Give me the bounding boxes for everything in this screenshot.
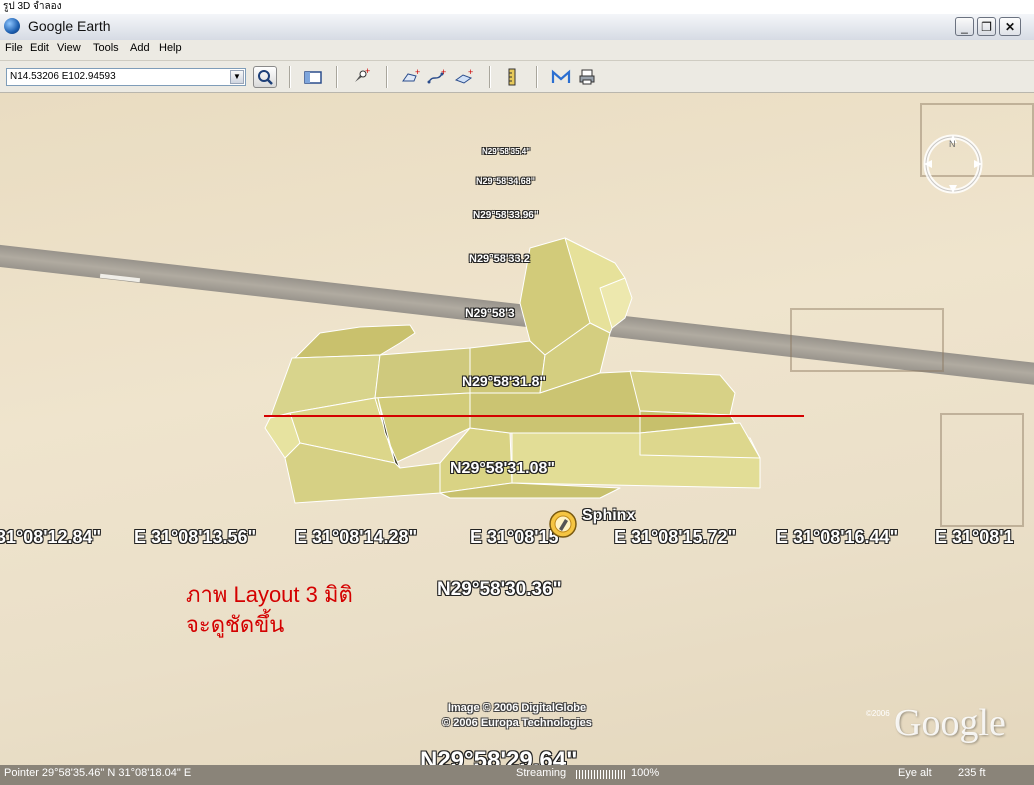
annotation-text-line2: จะดูชัดขึ้น: [186, 612, 285, 637]
sphinx-3d-model[interactable]: [0, 93, 1034, 765]
add-polygon-icon[interactable]: +: [400, 66, 422, 88]
svg-text:+: +: [441, 67, 446, 77]
google-earth-icon: [4, 18, 20, 34]
toolbar-separator: [536, 66, 537, 88]
placemark-label[interactable]: Sphinx: [582, 507, 635, 525]
streaming-percent: 100%: [631, 767, 660, 779]
svg-text:+: +: [468, 67, 473, 77]
add-placemark-icon[interactable]: +: [350, 66, 372, 88]
chevron-down-icon[interactable]: ▼: [230, 70, 244, 84]
sidebar-toggle-icon[interactable]: [302, 66, 324, 88]
toolbar-separator: [289, 66, 290, 88]
menu-file[interactable]: File: [5, 42, 23, 54]
lon-label: E 31°08'1: [935, 527, 1014, 547]
lat-label: N29°58'33.96": [473, 210, 539, 221]
document-caption: รูป 3D จำลอง: [0, 0, 1034, 14]
add-path-icon[interactable]: +: [426, 66, 448, 88]
eye-alt-label: Eye alt: [898, 767, 932, 779]
compass-north-label: N: [949, 139, 956, 149]
toolbar-separator: [336, 66, 337, 88]
lat-label: N29°58'31.8": [462, 373, 547, 389]
search-input[interactable]: N14.53206 E102.94593 ▼: [6, 68, 246, 86]
close-button[interactable]: ✕: [999, 17, 1021, 36]
eye-alt-value: 235 ft: [958, 767, 986, 779]
menu-help[interactable]: Help: [159, 42, 182, 54]
search-value: N14.53206 E102.94593: [10, 71, 116, 82]
streaming-label: Streaming: [516, 767, 567, 779]
lon-label: E 31°08'15.72": [614, 527, 737, 547]
placemark-pin-icon[interactable]: [547, 509, 581, 543]
search-button[interactable]: [253, 66, 277, 88]
ruler-icon[interactable]: [501, 66, 523, 88]
lat-label: N29°58'35.4": [482, 147, 531, 156]
lat-label: N29°58'34.68": [476, 176, 536, 186]
search-icon: [258, 70, 273, 85]
minimize-button[interactable]: _: [955, 17, 974, 36]
lat-label: N29°58'29.64": [420, 747, 578, 765]
menu-bar: File Edit View Tools Add Help: [0, 40, 1034, 61]
logo-year: ©2006: [866, 709, 890, 718]
lat-label: N29°58'33.2: [469, 253, 530, 265]
restore-button[interactable]: ❐: [977, 17, 996, 36]
toolbar-separator: [489, 66, 490, 88]
lon-label: E 31°08'16.44": [776, 527, 899, 547]
lat-label: N29°58'3: [465, 306, 515, 320]
menu-edit[interactable]: Edit: [30, 42, 49, 54]
google-logo: Google: [894, 702, 1006, 744]
pointer-coordinates: Pointer 29°58'35.46" N 31°08'18.04" E: [4, 767, 192, 779]
print-icon[interactable]: [576, 66, 598, 88]
window-title: Google Earth: [28, 18, 111, 34]
lon-label: 31°08'12.84": [0, 527, 102, 547]
add-image-overlay-icon[interactable]: +: [453, 66, 475, 88]
compass-icon[interactable]: N: [922, 133, 984, 195]
menu-add[interactable]: Add: [130, 42, 150, 54]
imagery-credit: © 2006 Europa Technologies: [442, 717, 592, 729]
streaming-progress: [576, 770, 626, 779]
lat-label: N29°58'30.36": [437, 579, 562, 600]
window-titlebar[interactable]: Google Earth _ ❐ ✕: [0, 14, 1034, 41]
toolbar-separator: [386, 66, 387, 88]
toolbar: N14.53206 E102.94593 ▼ + + + +: [0, 61, 1034, 93]
menu-tools[interactable]: Tools: [93, 42, 119, 54]
svg-text:+: +: [415, 67, 420, 77]
status-bar: Pointer 29°58'35.46" N 31°08'18.04" E St…: [0, 765, 1034, 785]
menu-view[interactable]: View: [57, 42, 81, 54]
svg-text:+: +: [365, 66, 370, 76]
lat-label: N29°58'31.08": [450, 460, 555, 477]
lon-label: E 31°08'14.28": [295, 527, 418, 547]
email-icon[interactable]: [550, 66, 572, 88]
lon-label: E 31°08'13.56": [134, 527, 257, 547]
earth-3d-viewport[interactable]: N29°58'35.4" N29°58'34.68" N29°58'33.96"…: [0, 93, 1034, 765]
